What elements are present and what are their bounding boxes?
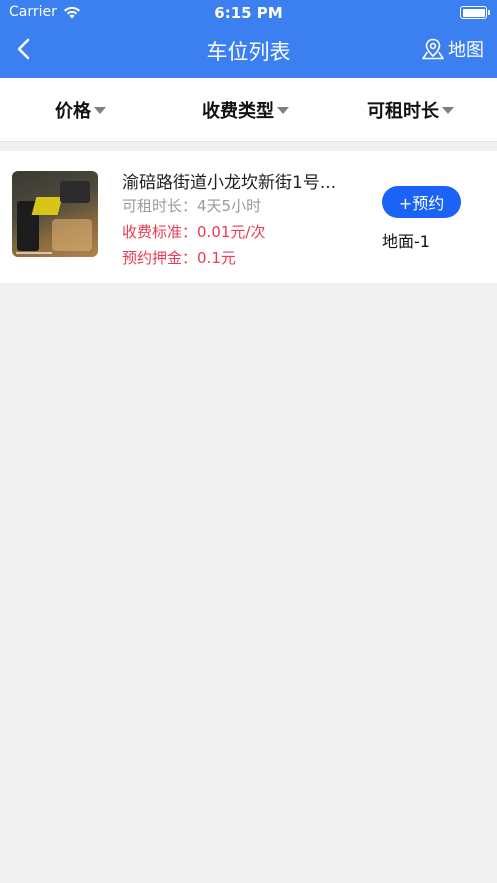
rental-duration: 可租时长：4天5小时 <box>122 195 261 216</box>
map-button[interactable]: 地图 <box>421 36 484 62</box>
dropdown-triangle-icon <box>277 106 289 114</box>
listing-address: 渝碚路街道小龙坎新街1号... <box>122 173 337 193</box>
deposit-label: 预约押金： <box>122 249 198 267</box>
reserve-button[interactable]: +预约 <box>382 186 461 218</box>
rental-duration-value: 4天5小时 <box>197 197 262 215</box>
rental-duration-label: 可租时长： <box>122 197 198 215</box>
battery-icon <box>460 6 490 19</box>
filter-bar: 价格 收费类型 可租时长 <box>0 78 497 142</box>
app-header: Carrier 6:15 PM 车位列表 地图 <box>0 0 497 78</box>
status-bar: Carrier 6:15 PM <box>0 0 497 26</box>
map-label: 地图 <box>448 40 484 61</box>
filter-rental-duration[interactable]: 可租时长 <box>367 97 454 123</box>
status-time: 6:15 PM <box>214 4 283 22</box>
map-pin-icon <box>422 38 444 60</box>
dropdown-triangle-icon <box>442 106 454 114</box>
parking-space-list: 渝碚路街道小龙坎新街1号... 可租时长：4天5小时 收费标准：0.01元/次 … <box>0 151 497 283</box>
fee-standard: 收费标准：0.01元/次 <box>122 221 265 242</box>
dropdown-triangle-icon <box>94 106 106 114</box>
filter-price[interactable]: 价格 <box>55 97 106 123</box>
fee-standard-value: 0.01元/次 <box>197 223 266 241</box>
space-location: 地面-1 <box>382 232 430 251</box>
fee-standard-label: 收费标准： <box>122 223 198 241</box>
filter-fee-type[interactable]: 收费类型 <box>202 97 289 123</box>
parking-space-photo <box>12 171 98 257</box>
reservation-deposit: 预约押金：0.1元 <box>122 247 236 268</box>
deposit-value: 0.1元 <box>197 249 236 267</box>
list-item[interactable]: 渝碚路街道小龙坎新街1号... 可租时长：4天5小时 收费标准：0.01元/次 … <box>0 151 497 283</box>
filter-label: 收费类型 <box>202 101 274 122</box>
filter-label: 可租时长 <box>367 101 439 122</box>
nav-bar: 车位列表 地图 <box>0 26 497 78</box>
filter-label: 价格 <box>55 101 91 122</box>
